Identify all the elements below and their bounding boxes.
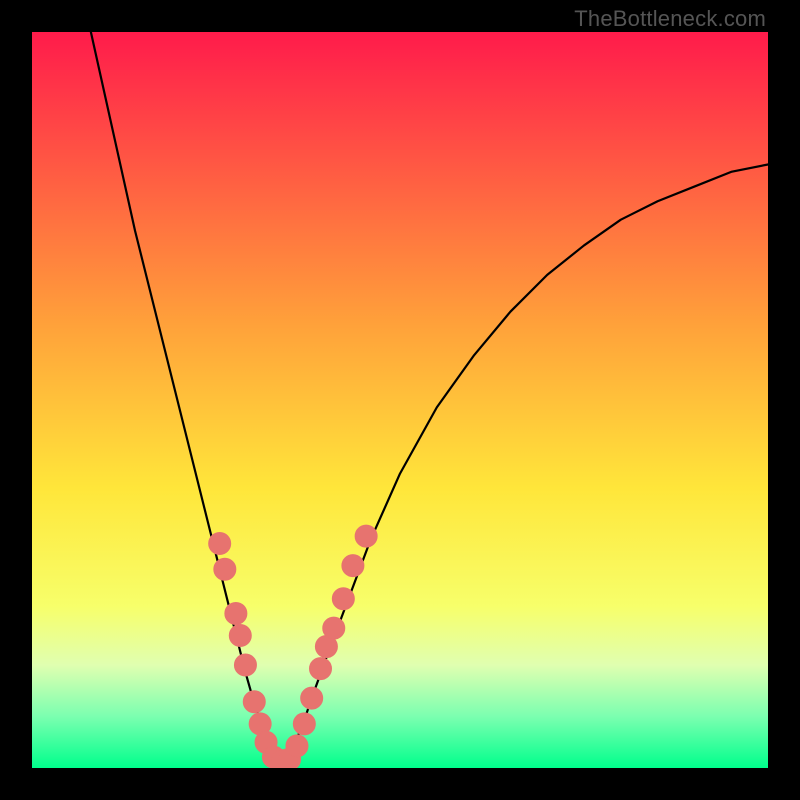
chart-frame: TheBottleneck.com (0, 0, 800, 800)
data-marker (293, 713, 315, 735)
data-marker (209, 533, 231, 555)
data-marker (332, 588, 354, 610)
data-marker (355, 525, 377, 547)
chart-background (32, 32, 768, 768)
data-marker (286, 735, 308, 757)
watermark-text: TheBottleneck.com (574, 6, 766, 32)
data-marker (234, 654, 256, 676)
data-marker (342, 555, 364, 577)
data-marker (243, 691, 265, 713)
chart-svg (32, 32, 768, 768)
data-marker (323, 617, 345, 639)
data-marker (310, 658, 332, 680)
data-marker (214, 558, 236, 580)
plot-area (32, 32, 768, 768)
data-marker (301, 687, 323, 709)
data-marker (229, 625, 251, 647)
data-marker (225, 602, 247, 624)
